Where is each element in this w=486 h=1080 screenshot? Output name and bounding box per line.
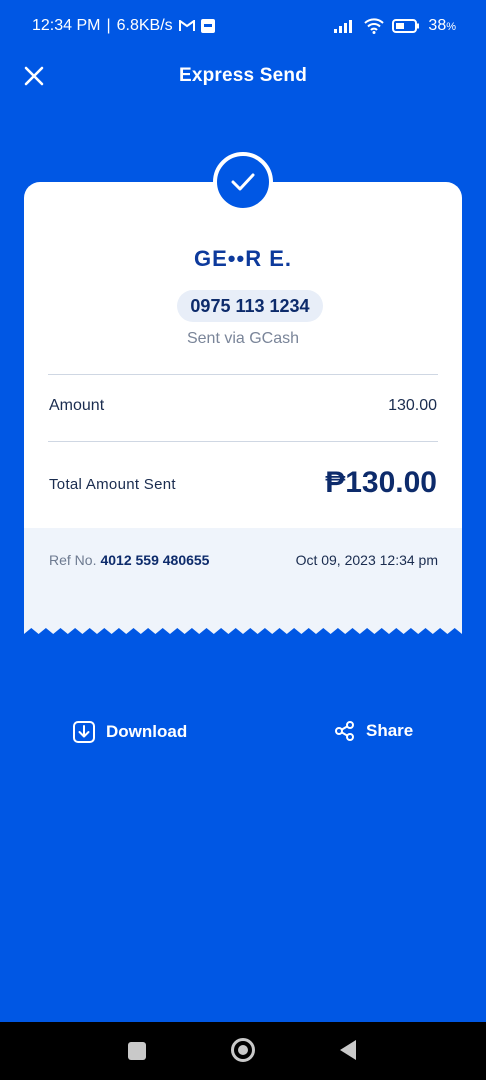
recipient-phone: 0975 113 1234	[177, 290, 323, 322]
battery-icon	[392, 19, 420, 33]
checkmark-icon	[231, 173, 255, 191]
battery-percent: 38%	[428, 17, 456, 34]
recent-apps-button[interactable]	[128, 1042, 146, 1060]
amount-value: 130.00	[388, 397, 437, 414]
back-button[interactable]	[340, 1040, 356, 1060]
sent-via-label: Sent via GCash	[186, 330, 300, 347]
receipt-footer	[24, 528, 462, 624]
signal-icon	[334, 19, 356, 33]
receipt-zigzag-edge	[24, 622, 462, 634]
status-right: 38%	[334, 17, 456, 35]
divider	[48, 441, 438, 442]
share-icon	[335, 721, 354, 741]
reference-number: Ref No. 4012 559 480655	[49, 552, 209, 568]
wifi-icon	[364, 18, 385, 34]
ref-number-value: 4012 559 480655	[100, 552, 210, 568]
receipt-card-body: GE••R E. 0975 113 1234 Sent via GCash Am…	[24, 182, 462, 528]
notification-app-icon	[200, 19, 215, 33]
divider	[48, 374, 438, 375]
page-title: Express Send	[178, 65, 308, 86]
download-button[interactable]: Download	[72, 720, 187, 744]
close-icon	[24, 66, 44, 86]
transaction-date: Oct 09, 2023 12:34 pm	[295, 552, 438, 568]
download-icon	[73, 721, 95, 743]
status-bar: 12:34 PM | 6.8KB/s 38%	[0, 0, 486, 52]
receipt-card: GE••R E. 0975 113 1234 Sent via GCash Am…	[24, 152, 462, 652]
close-button[interactable]	[20, 62, 48, 90]
share-label: Share	[366, 721, 414, 740]
download-label: Download	[106, 722, 188, 741]
status-separator: |	[106, 17, 111, 34]
gmail-icon	[178, 20, 195, 32]
total-label: Total Amount Sent	[49, 476, 176, 493]
total-value: ₱130.00	[325, 466, 437, 499]
home-button[interactable]	[231, 1038, 255, 1062]
status-time: 12:34 PM	[32, 17, 101, 34]
system-nav-bar	[0, 1022, 486, 1080]
share-button[interactable]: Share	[334, 720, 413, 742]
app-header: Express Send	[0, 52, 486, 100]
status-left: 12:34 PM | 6.8KB/s	[32, 17, 215, 35]
amount-label: Amount	[49, 397, 105, 414]
recipient-name: GE••R E.	[194, 246, 292, 271]
ref-label: Ref No.	[49, 552, 97, 568]
success-check-badge	[213, 152, 273, 212]
status-net-speed: 6.8KB/s	[116, 17, 173, 34]
